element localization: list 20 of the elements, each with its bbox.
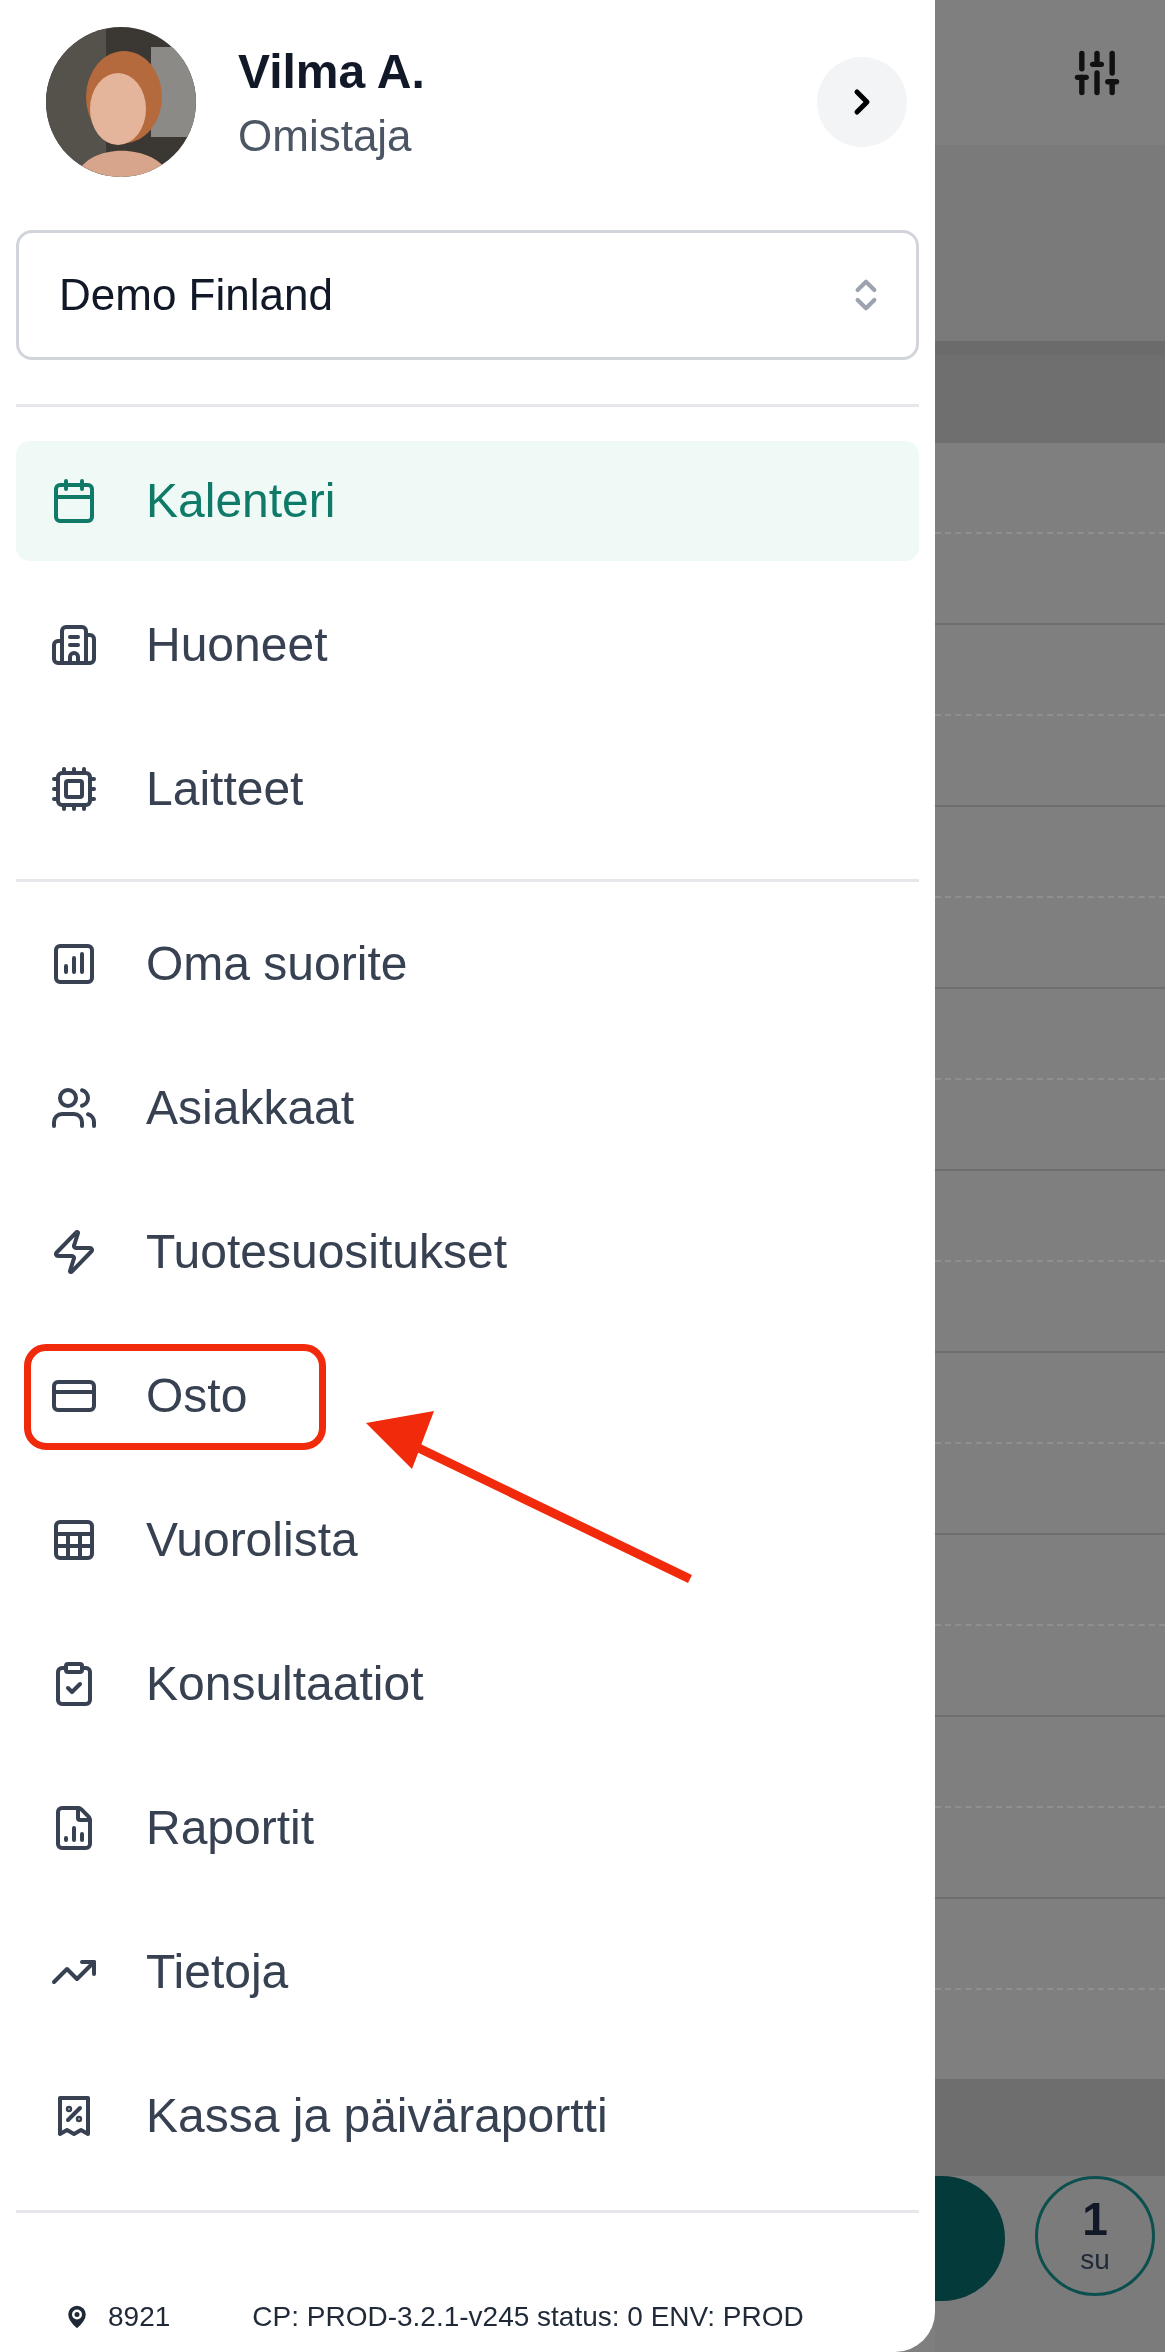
menu-item[interactable]: Asiakkaat: [16, 1048, 919, 1168]
menu-item[interactable]: Kassa ja päiväraportti: [16, 2056, 919, 2176]
menu-item[interactable]: Vuorolista: [16, 1480, 919, 1600]
menu-item[interactable]: Huoneet: [16, 585, 919, 705]
weekday-label: su: [1080, 2242, 1110, 2277]
build-info: CP: PROD-3.2.1-v245 status: 0 ENV: PROD: [252, 2300, 804, 2334]
menu-item[interactable]: Laitteet: [16, 729, 919, 849]
user-role: Omistaja: [238, 109, 413, 162]
menu-item[interactable]: Osto: [16, 1336, 919, 1456]
location-code: 8921: [108, 2300, 171, 2334]
menu-item[interactable]: Raportit: [16, 1768, 919, 1888]
menu-item[interactable]: Konsultaatiot: [16, 1624, 919, 1744]
day-number: 1: [1082, 2195, 1108, 2242]
chip-icon: [50, 765, 98, 813]
menu-item[interactable]: Tuotesuositukset: [16, 1192, 919, 1312]
organization-select[interactable]: Demo Finland: [16, 230, 919, 360]
menu-item[interactable]: Tietoja: [16, 1912, 919, 2032]
menu-item[interactable]: Kalenteri: [16, 441, 919, 561]
user-name: Vilma A.: [238, 43, 426, 100]
menu-item[interactable]: Oma suorite: [16, 904, 919, 1024]
